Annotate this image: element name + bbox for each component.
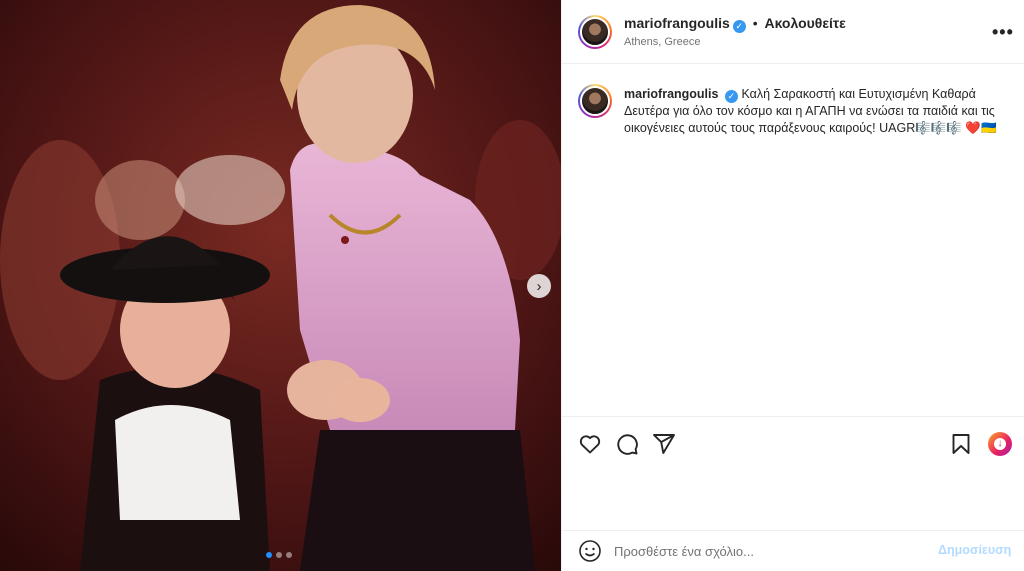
photo-illustration bbox=[0, 0, 561, 571]
post-photo[interactable]: › bbox=[0, 0, 561, 571]
share-icon[interactable] bbox=[652, 432, 676, 456]
carousel-next-button[interactable]: › bbox=[527, 274, 551, 298]
verified-badge-icon: ✓ bbox=[724, 90, 738, 103]
post-author: mariofrangoulis ✓ • Ακολουθείτε bbox=[624, 15, 846, 33]
comment-input[interactable] bbox=[614, 541, 914, 561]
carousel-dot-2 bbox=[276, 552, 282, 558]
bookmark-icon[interactable] bbox=[949, 432, 973, 456]
heart-icon[interactable] bbox=[578, 432, 602, 456]
username-link[interactable]: mariofrangoulis bbox=[624, 15, 730, 31]
post-modal: › mariofrangoulis ✓ • Ακολουθείτε Athens,… bbox=[0, 0, 1024, 571]
download-extension-icon[interactable]: ↓ bbox=[988, 432, 1012, 456]
post-header: mariofrangoulis ✓ • Ακολουθείτε Athens, G… bbox=[562, 0, 1024, 64]
emoji-icon[interactable] bbox=[578, 539, 602, 563]
action-bar: ↓ bbox=[562, 416, 1024, 530]
comment-bar: Δημοσίευση bbox=[562, 530, 1024, 571]
chevron-right-icon: › bbox=[536, 277, 542, 295]
caption-avatar[interactable] bbox=[578, 84, 612, 118]
caption-area: mariofrangoulis ✓ Καλή Σαρακοστή και Ευτ… bbox=[562, 64, 1024, 416]
location-link[interactable]: Athens, Greece bbox=[624, 36, 700, 48]
carousel-dot-3 bbox=[286, 552, 292, 558]
carousel-dot-1 bbox=[266, 552, 272, 558]
verified-badge-icon: ✓ bbox=[732, 20, 746, 33]
post-comment-button[interactable]: Δημοσίευση bbox=[938, 543, 1011, 557]
separator-dot: • bbox=[752, 15, 758, 31]
post-side-panel: mariofrangoulis ✓ • Ακολουθείτε Athens, G… bbox=[561, 0, 1024, 571]
more-options-icon[interactable]: ••• bbox=[992, 22, 1014, 43]
caption-username[interactable]: mariofrangoulis bbox=[624, 87, 718, 101]
avatar[interactable] bbox=[578, 15, 612, 49]
following-button[interactable]: Ακολουθείτε bbox=[764, 15, 845, 31]
comment-icon[interactable] bbox=[615, 432, 639, 456]
caption-text-block: mariofrangoulis ✓ Καλή Σαρακοστή και Ευτ… bbox=[624, 86, 1009, 137]
carousel-indicator bbox=[266, 552, 292, 558]
